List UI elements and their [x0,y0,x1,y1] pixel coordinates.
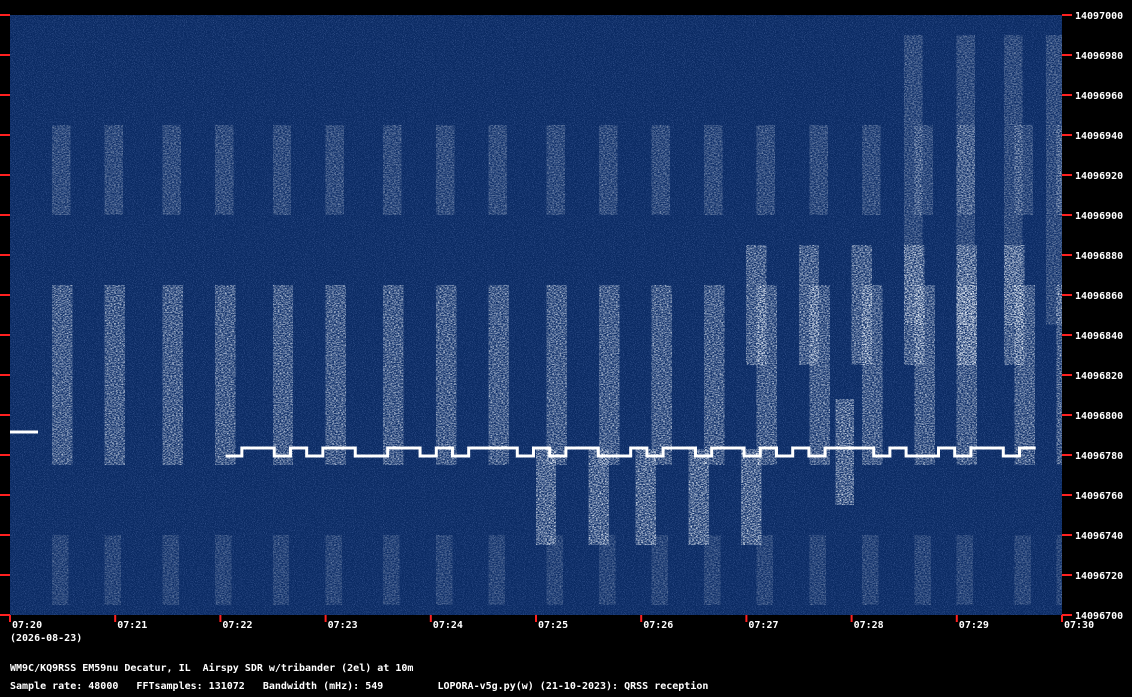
signal-band [851,245,872,365]
y-tick-label: 14096800 [1075,411,1123,422]
signal-band [383,535,400,605]
signal-band [488,535,505,605]
signal-band [904,35,923,325]
x-axis: 07:20 07:21 07:22 07:23 07:24 07:25 07:26 07:27… [9,615,1094,631]
signal-band [651,535,668,605]
signal-band [325,125,344,215]
signal-band [651,285,672,465]
signal-band [104,285,125,465]
signal-band [651,125,670,215]
y-tick-label: 14096820 [1075,371,1123,382]
signal-band [1056,535,1062,605]
signal-band [104,535,121,605]
signal-band [52,285,73,465]
y-tick-label: 14096920 [1075,171,1123,182]
x-tick-label: 07:22 [222,620,252,631]
signal-band [588,449,609,545]
signal-band [488,125,507,215]
signal-band [436,535,453,605]
y-tick-label: 14096960 [1075,91,1123,102]
signal-band [704,285,725,465]
signal-band [383,285,404,465]
x-tick-label: 07:30 [1064,620,1094,631]
signal-band [1046,35,1062,325]
signal-band [862,535,879,605]
signal-band [436,285,457,465]
x-tick-label: 07:21 [117,620,147,631]
x-tick-label: 07:24 [433,620,463,631]
x-tick-label: 07:20 [12,620,42,631]
signal-band [635,449,656,545]
signal-band [835,399,854,505]
signal-band [1014,535,1031,605]
signal-band [488,285,509,465]
signal-band [746,245,767,365]
y-tick-label: 14096840 [1075,331,1123,342]
x-tick-label: 07:25 [538,620,568,631]
y-tick-label: 14096780 [1075,451,1123,462]
signal-band [599,285,620,465]
signal-band [273,285,293,465]
signal-band [215,285,236,465]
signal-band [325,285,346,465]
signal-band [1004,35,1023,325]
signal-band [809,535,826,605]
signal-band [162,535,179,605]
y-tick-label: 14096720 [1075,571,1123,582]
y-tick-label: 14096760 [1075,491,1123,502]
signal-band [536,449,556,545]
x-tick-label: 07:29 [959,620,989,631]
y-tick-label: 14096980 [1075,51,1123,62]
signal-band [956,35,975,325]
signal-band [862,125,881,215]
signal-band [956,535,973,605]
spectrogram-chart: 14097000 14096980 14096960 14096940 14096920… [0,11,1123,644]
signal-band [546,125,565,215]
x-tick-label: 07:27 [748,620,778,631]
signal-band [436,125,455,215]
signal-band [809,125,828,215]
signal-band [688,449,709,545]
y-tick-label: 14096740 [1075,531,1123,542]
station-info: WM9C/KQ9RSS EM59nu Decatur, IL Airspy SD… [10,663,414,674]
signal-band [599,535,616,605]
signal-band [599,125,618,215]
signal-band [546,285,567,465]
date-label: (2026-08-23) [10,633,82,644]
y-tick-label: 14096860 [1075,291,1123,302]
signal-band [383,125,402,215]
y-tick-label: 14096940 [1075,131,1123,142]
signal-band [273,535,289,605]
y-tick-label: 14097000 [1075,11,1123,22]
x-tick-label: 07:23 [328,620,358,631]
signal-band [704,125,723,215]
x-tick-label: 07:26 [643,620,673,631]
signal-band [162,285,183,465]
signal-band [704,535,721,605]
signal-band [215,535,232,605]
signal-band [215,125,234,215]
signal-band [273,125,291,215]
reception-info: Sample rate: 48000 FFTsamples: 131072 Ba… [10,681,709,692]
signal-band [546,535,563,605]
signal-band [756,125,775,215]
signal-band [914,535,931,605]
x-tick-label: 07:28 [854,620,884,631]
y-tick-label: 14096880 [1075,251,1123,262]
signal-band [756,535,773,605]
y-tick-label: 14096900 [1075,211,1123,222]
signal-band [799,245,819,365]
signal-band [52,535,69,605]
signal-band [162,125,181,215]
signal-band [52,125,71,215]
signal-band [104,125,123,215]
signal-band [741,449,762,545]
signal-band [325,535,342,605]
